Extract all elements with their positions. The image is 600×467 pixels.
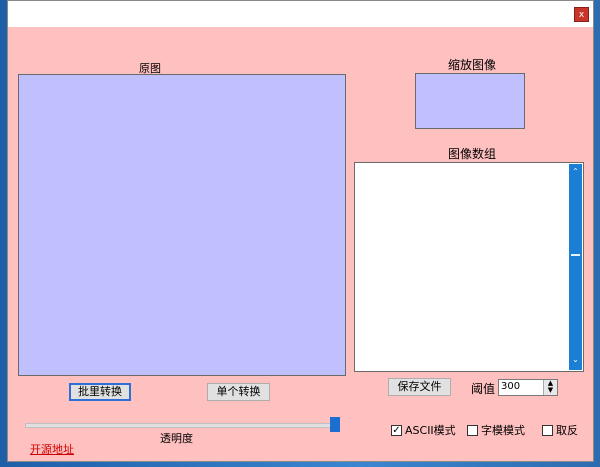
threshold-label: 阈值 <box>471 382 496 396</box>
save-file-button[interactable]: 保存文件 <box>388 378 451 396</box>
spinner-arrows-icon[interactable]: ▲ ▼ <box>543 380 557 395</box>
threshold-spinner[interactable]: 300 ▲ ▼ <box>498 379 558 396</box>
ascii-mode-checkbox[interactable]: ✓ ASCII模式 <box>391 422 456 438</box>
scroll-down-icon[interactable]: ⌄ <box>571 355 580 367</box>
original-image-panel <box>18 74 346 376</box>
close-button[interactable]: x <box>574 7 589 22</box>
ascii-mode-label: ASCII模式 <box>405 424 456 437</box>
invert-label: 取反 <box>556 424 578 437</box>
batch-convert-button[interactable]: 批里转换 <box>69 383 131 401</box>
image-array-label: 图像数组 <box>448 147 497 161</box>
checkbox-empty-icon[interactable] <box>467 424 478 436</box>
checkbox-checked-icon[interactable]: ✓ <box>391 424 402 436</box>
scroll-up-icon[interactable]: ⌃ <box>571 167 580 179</box>
vertical-scrollbar[interactable]: ⌃ ⌄ <box>569 164 582 370</box>
title-bar[interactable]: x <box>8 1 593 27</box>
invert-checkbox[interactable]: 取反 <box>542 422 578 438</box>
scroll-thumb[interactable] <box>571 254 580 256</box>
threshold-value[interactable]: 300 <box>501 381 520 392</box>
scaled-image-panel <box>415 73 525 129</box>
app-window: x 原图 缩放图像 图像数组 ⌃ ⌄ 批里转换 单个转换 保存文件 阈值 300… <box>7 0 594 462</box>
scaled-image-label: 缩放图像 <box>448 58 497 72</box>
image-array-textbox[interactable]: ⌃ ⌄ <box>354 162 584 372</box>
checkbox-empty-icon[interactable] <box>542 424 553 436</box>
glyph-mode-checkbox[interactable]: 字模模式 <box>467 422 525 438</box>
single-convert-button[interactable]: 单个转换 <box>207 383 270 401</box>
transparency-slider-track[interactable] <box>25 423 337 428</box>
transparency-slider-thumb[interactable] <box>330 417 340 432</box>
glyph-mode-label: 字模模式 <box>481 424 525 437</box>
transparency-label: 透明度 <box>160 432 193 445</box>
open-source-link[interactable]: 开源地址 <box>30 441 74 457</box>
